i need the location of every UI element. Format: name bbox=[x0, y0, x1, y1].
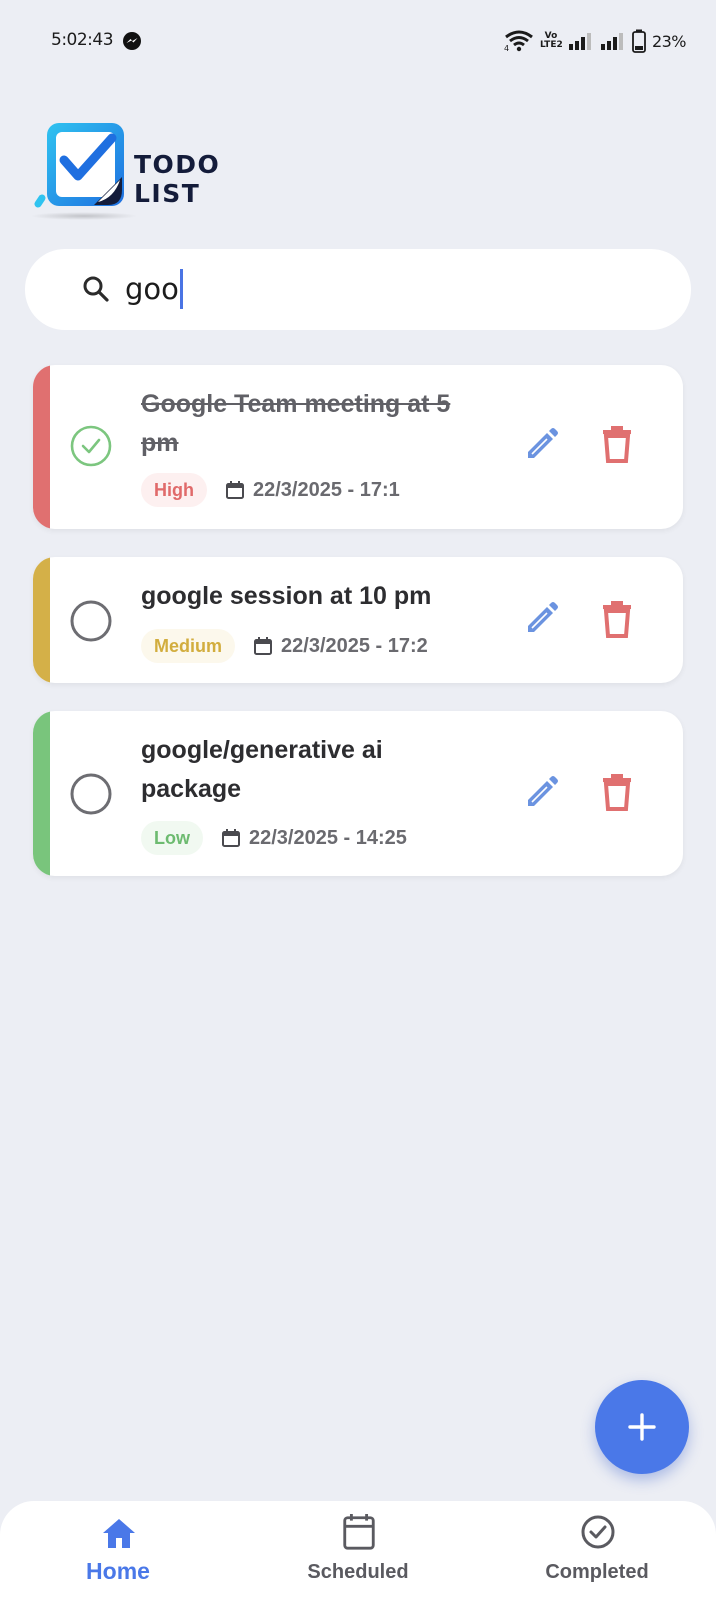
delete-icon[interactable] bbox=[600, 600, 634, 638]
status-icons: 4 Vo LTE2 23% bbox=[504, 28, 687, 54]
bottom-navigation: Home Scheduled Completed bbox=[0, 1501, 716, 1600]
plus-icon bbox=[628, 1413, 656, 1441]
nav-item-home[interactable]: Home bbox=[18, 1501, 218, 1600]
app-logo: TODO LIST bbox=[30, 120, 290, 225]
logo-shadow bbox=[30, 212, 138, 220]
task-date: 22/3/2025 - 17:2 bbox=[281, 634, 428, 657]
calendar-icon bbox=[226, 481, 244, 499]
volte-label-bottom: LTE2 bbox=[539, 40, 563, 50]
priority-accent-bar bbox=[33, 365, 50, 529]
volte-indicator: Vo LTE2 bbox=[539, 32, 563, 50]
task-card[interactable]: Google Team meeting at 5 pm High 22/3/20… bbox=[33, 365, 683, 529]
uncompleted-circle-icon[interactable] bbox=[70, 600, 112, 642]
nav-item-scheduled[interactable]: Scheduled bbox=[258, 1501, 458, 1600]
home-icon bbox=[103, 1519, 135, 1548]
text-cursor bbox=[179, 269, 183, 309]
edit-icon[interactable] bbox=[523, 775, 559, 811]
nav-item-completed[interactable]: Completed bbox=[497, 1501, 697, 1600]
search-icon bbox=[83, 276, 109, 302]
battery-percentage: 23% bbox=[651, 31, 687, 51]
task-title: Google Team meeting at 5 pm bbox=[141, 385, 496, 463]
check-circle-icon bbox=[581, 1515, 615, 1549]
task-title-line: pm bbox=[141, 429, 179, 457]
task-title-line: package bbox=[141, 775, 242, 803]
task-card[interactable]: google/generative ai package Low 22/3/20… bbox=[33, 711, 683, 876]
delete-icon[interactable] bbox=[600, 425, 634, 463]
delete-icon[interactable] bbox=[600, 773, 634, 811]
priority-accent-bar bbox=[33, 557, 50, 683]
task-meta: Medium 22/3/2025 - 17:2 bbox=[141, 629, 428, 663]
priority-accent-bar bbox=[33, 711, 50, 876]
add-task-button[interactable] bbox=[595, 1380, 689, 1474]
completed-check-icon[interactable] bbox=[70, 425, 112, 467]
priority-badge: Medium bbox=[141, 629, 236, 663]
calendar-icon bbox=[343, 1513, 375, 1550]
task-title-line: Google Team meeting at 5 bbox=[141, 390, 451, 418]
priority-badge: High bbox=[141, 473, 207, 507]
task-card[interactable]: google session at 10 pm Medium 22/3/2025… bbox=[33, 557, 683, 683]
signal-icon-sim1 bbox=[568, 33, 591, 50]
status-bar: 5:02:43 4 Vo LTE2 23% bbox=[0, 0, 716, 82]
status-time: 5:02:43 bbox=[51, 30, 114, 50]
priority-badge: Low bbox=[141, 821, 203, 855]
edit-icon[interactable] bbox=[523, 427, 559, 463]
messenger-icon bbox=[123, 32, 141, 50]
task-meta: Low 22/3/2025 - 14:25 bbox=[141, 821, 407, 855]
wifi-badge: 4 bbox=[504, 44, 509, 52]
task-meta: High 22/3/2025 - 17:1 bbox=[141, 473, 400, 507]
nav-label-home: Home bbox=[86, 1558, 150, 1584]
task-title: google session at 10 pm bbox=[141, 577, 521, 616]
logo-text: TODO LIST bbox=[134, 150, 221, 208]
search-bar[interactable]: goo bbox=[25, 249, 691, 330]
task-date: 22/3/2025 - 14:25 bbox=[249, 826, 407, 849]
wifi-icon: 4 bbox=[504, 30, 533, 52]
calendar-icon bbox=[222, 829, 240, 847]
signal-icon-sim2 bbox=[600, 33, 623, 50]
nav-label-completed: Completed bbox=[545, 1561, 649, 1583]
nav-label-scheduled: Scheduled bbox=[307, 1561, 409, 1583]
battery-icon bbox=[632, 29, 646, 53]
todo-logo-icon bbox=[34, 123, 124, 208]
task-date: 22/3/2025 - 17:1 bbox=[253, 478, 400, 501]
search-input-text: goo bbox=[125, 272, 179, 306]
task-title: google/generative ai package bbox=[141, 731, 496, 809]
task-title-line: google session at 10 pm bbox=[141, 582, 432, 610]
uncompleted-circle-icon[interactable] bbox=[70, 773, 112, 815]
search-input[interactable]: goo bbox=[125, 269, 183, 309]
calendar-icon bbox=[254, 637, 273, 655]
task-title-line: google/generative ai bbox=[141, 736, 383, 764]
edit-icon[interactable] bbox=[523, 601, 559, 637]
